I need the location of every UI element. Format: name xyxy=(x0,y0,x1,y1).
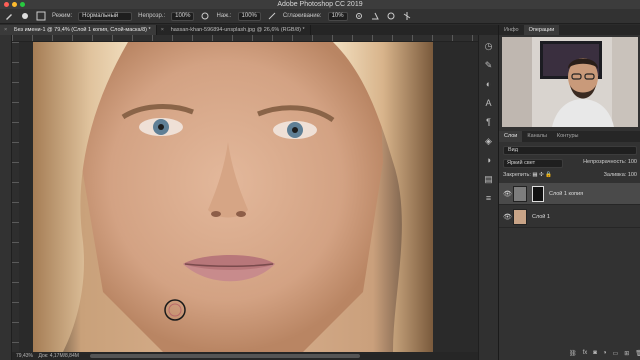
minimize-window-button[interactable] xyxy=(12,2,17,7)
title-bar: Adobe Photoshop CC 2019 xyxy=(0,0,640,9)
layer-thumbnail xyxy=(513,209,527,225)
panel-dock-icons: ◷ ✎ ◐ A ¶ ◈ ◑ ▤ ≡ xyxy=(478,35,498,360)
angle-icon[interactable] xyxy=(370,11,380,21)
lock-position-icon[interactable]: ✣ xyxy=(539,172,544,178)
app-title: Adobe Photoshop CC 2019 xyxy=(277,1,363,8)
mode-select[interactable]: Нормальный xyxy=(78,11,133,21)
tab-channels[interactable]: Каналы xyxy=(522,131,552,142)
new-layer-icon[interactable]: ⊞ xyxy=(624,350,629,357)
right-panel: Инфо Операции Слои Каналы Контуры Вид Яр… xyxy=(498,25,640,360)
tab-document-2[interactable]: × hassan-khan-596894-unsplash.jpg @ 26,6… xyxy=(157,25,311,35)
close-tab-icon[interactable]: × xyxy=(4,25,7,35)
layer-filter-select[interactable]: Вид xyxy=(503,146,637,155)
layers-footer: ⛓ fx ◙ ◑ ▭ ⊞ 🗑 xyxy=(569,350,640,357)
horizontal-scrollbar[interactable] xyxy=(90,354,360,358)
tab-layers[interactable]: Слои xyxy=(499,131,523,142)
brush-tool-icon[interactable] xyxy=(4,11,14,21)
info-actions-tabs: Инфо Операции xyxy=(499,25,640,35)
link-layers-icon[interactable]: ⛓ xyxy=(569,350,577,357)
smoothing-label: Сглаживание: xyxy=(282,13,322,19)
layer-row-copy[interactable]: 👁 Слой 1 копия xyxy=(499,183,640,205)
airbrush-icon[interactable] xyxy=(267,11,277,21)
fill-field[interactable]: 100 xyxy=(628,172,637,178)
visibility-eye-icon[interactable]: 👁 xyxy=(503,190,512,198)
3d-icon[interactable]: ◈ xyxy=(483,135,495,147)
lock-pixels-icon[interactable]: ▦ xyxy=(532,172,537,178)
layer-mask-thumbnail[interactable] xyxy=(532,186,544,202)
ruler-horizontal xyxy=(12,35,498,42)
tab-actions[interactable]: Операции xyxy=(523,25,560,35)
layer-opacity-field[interactable]: 100 xyxy=(628,159,637,165)
ruler-vertical xyxy=(12,42,19,352)
document-tabs: × Без имени-1 @ 79,4% (Слой 1 копия, Сло… xyxy=(0,25,498,35)
close-window-button[interactable] xyxy=(4,2,9,7)
brush-settings-icon[interactable] xyxy=(36,11,46,21)
portrait-photo xyxy=(33,42,433,352)
lock-label: Закрепить: xyxy=(503,172,531,178)
libraries-icon[interactable]: ▤ xyxy=(483,173,495,185)
tab-info[interactable]: Инфо xyxy=(499,25,524,35)
layer-thumbnail xyxy=(513,186,527,202)
symmetry-icon[interactable] xyxy=(402,11,412,21)
paragraph-icon[interactable]: ¶ xyxy=(483,116,495,128)
adjustments-icon[interactable]: ◑ xyxy=(483,154,495,166)
smoothing-settings-icon[interactable] xyxy=(354,11,364,21)
photoshop-window: Adobe Photoshop CC 2019 Режим: Нормальны… xyxy=(0,0,640,360)
pressure-size-icon[interactable] xyxy=(386,11,396,21)
lock-row: Закрепить: ▦ ✣ 🔒 Заливка: 100 xyxy=(503,171,637,180)
opacity-label: Непрозр.: xyxy=(138,13,166,19)
flow-field[interactable]: 100% xyxy=(237,11,261,21)
tab-label: Без имени-1 @ 79,4% (Слой 1 копия, Слой-… xyxy=(14,27,151,33)
fill-label: Заливка: xyxy=(603,172,627,178)
history-icon[interactable]: ◷ xyxy=(483,40,495,52)
zoom-level[interactable]: 79,43% xyxy=(16,353,33,359)
brush-settings-panel-icon[interactable]: ✎ xyxy=(483,59,495,71)
tools-panel xyxy=(0,35,12,360)
tab-document-1[interactable]: × Без имени-1 @ 79,4% (Слой 1 копия, Сло… xyxy=(0,25,157,35)
window-controls xyxy=(4,2,25,7)
character-icon[interactable]: A xyxy=(483,97,495,109)
layer-name: Слой 1 xyxy=(532,214,550,220)
brush-preset-icon[interactable] xyxy=(20,11,30,21)
smoothing-field[interactable]: 10% xyxy=(327,11,348,21)
fx-icon[interactable]: fx xyxy=(583,350,588,357)
lock-all-icon[interactable]: 🔒 xyxy=(545,172,552,178)
zoom-window-button[interactable] xyxy=(20,2,25,7)
webcam-overlay xyxy=(502,37,638,127)
close-tab-icon[interactable]: × xyxy=(161,25,164,35)
tab-label: hassan-khan-596894-unsplash.jpg @ 26,6% … xyxy=(170,27,305,33)
trash-icon[interactable]: 🗑 xyxy=(635,350,640,357)
visibility-eye-icon[interactable]: 👁 xyxy=(503,213,512,221)
flow-label: Наж.: xyxy=(216,13,232,19)
blend-mode-select[interactable]: Яркий свет xyxy=(503,159,563,168)
color-icon[interactable]: ◐ xyxy=(483,78,495,90)
group-icon[interactable]: ▭ xyxy=(613,350,619,357)
document-canvas[interactable] xyxy=(19,42,498,352)
tab-paths[interactable]: Контуры xyxy=(552,131,584,142)
opacity-field[interactable]: 100% xyxy=(171,11,195,21)
options-bar: Режим: Нормальный Непрозр.: 100% Наж.: 1… xyxy=(0,9,640,24)
add-mask-icon[interactable]: ◙ xyxy=(593,350,597,357)
layer-name: Слой 1 копия xyxy=(549,191,584,197)
mode-label: Режим: xyxy=(52,13,73,19)
layer-row-base[interactable]: 👁 Слой 1 xyxy=(499,206,640,228)
pressure-opacity-icon[interactable] xyxy=(200,11,210,21)
properties-icon[interactable]: ≡ xyxy=(483,192,495,204)
adjustment-layer-icon[interactable]: ◑ xyxy=(603,350,607,357)
layer-opacity-label: Непрозрачность: xyxy=(583,159,627,165)
blend-row: Яркий свет Непрозрачность: 100 xyxy=(503,159,637,168)
layers-tabs: Слои Каналы Контуры xyxy=(499,131,640,142)
doc-size: Док: 4,17M/8,84M xyxy=(38,353,79,359)
